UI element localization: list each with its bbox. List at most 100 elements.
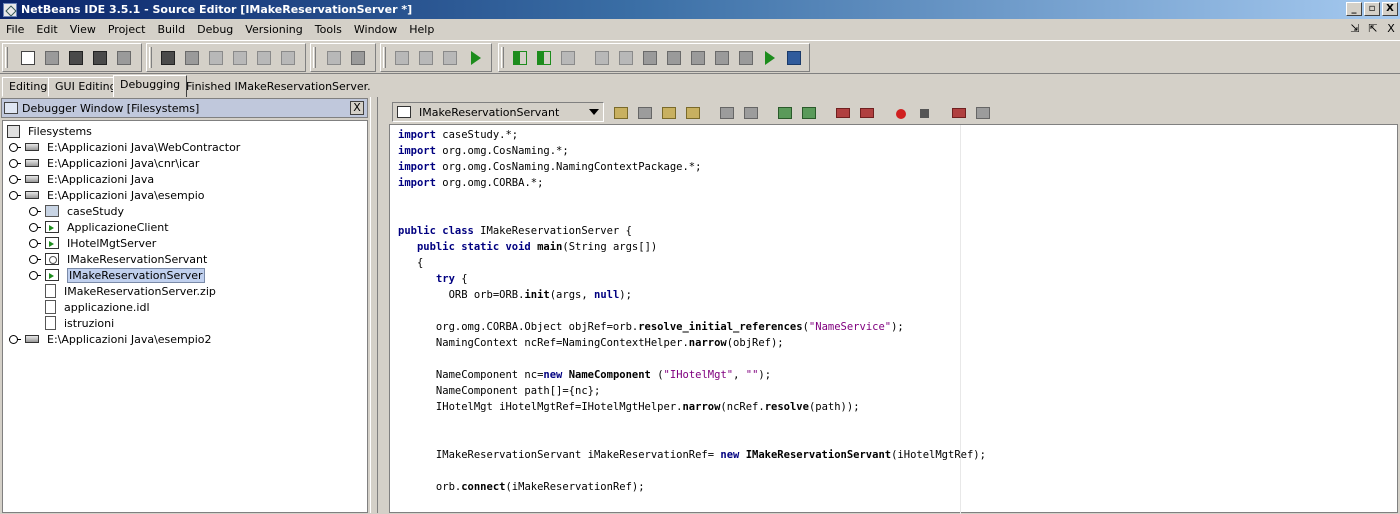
new-watch-icon[interactable] <box>739 51 753 65</box>
new-file-icon[interactable] <box>21 51 35 65</box>
dropdown-arrow-icon[interactable] <box>589 109 599 115</box>
shift-right-icon[interactable] <box>860 108 874 118</box>
execute-icon[interactable] <box>471 51 481 65</box>
debug-run-to-cursor-icon[interactable] <box>537 51 551 65</box>
toolbar-grip[interactable] <box>149 47 152 68</box>
goto-source-icon[interactable] <box>778 107 792 119</box>
comment-icon[interactable] <box>952 108 966 118</box>
open-file-selector[interactable]: IMakeReservationServant <box>392 102 604 122</box>
tree-node-file[interactable]: applicazione.idl <box>45 299 150 315</box>
code-editor[interactable]: import caseStudy.*; import org.omg.CosNam… <box>389 124 1398 514</box>
tab-editing[interactable]: Editing <box>2 77 55 97</box>
mdi-minimize-icon[interactable]: ⇲ <box>1348 22 1362 36</box>
menu-project[interactable]: Project <box>102 23 152 36</box>
close-window-button[interactable]: X <box>1382 2 1398 16</box>
tree-node-class[interactable]: IHotelMgtServer <box>29 235 156 251</box>
shift-left-icon[interactable] <box>836 108 850 118</box>
code-line[interactable]: public static void main(String args[]) <box>398 239 657 255</box>
tree-node-package[interactable]: caseStudy <box>29 203 124 219</box>
compile-icon[interactable] <box>395 51 409 65</box>
pane-splitter[interactable] <box>370 97 378 513</box>
tree-node-class[interactable]: ApplicazioneClient <box>29 219 169 235</box>
code-line[interactable]: import org.omg.CosNaming.NamingContextPa… <box>398 159 701 175</box>
expand-handle-icon[interactable] <box>29 222 41 232</box>
print-icon[interactable] <box>117 51 131 65</box>
code-line[interactable]: import caseStudy.*; <box>398 127 518 143</box>
copy-icon[interactable] <box>185 51 199 65</box>
tree-node-drive[interactable]: E:\Applicazioni Java\cnr\icar <box>9 155 199 171</box>
expand-handle-icon[interactable] <box>9 334 21 344</box>
mdi-close-icon[interactable]: X <box>1384 22 1398 36</box>
pause-icon[interactable] <box>595 51 609 65</box>
save-icon[interactable] <box>69 51 83 65</box>
toolbar-grip[interactable] <box>5 47 8 68</box>
find-previous-icon[interactable] <box>614 107 628 119</box>
expand-handle-icon[interactable] <box>29 206 41 216</box>
find-in-files-icon[interactable] <box>351 51 365 65</box>
menu-view[interactable]: View <box>64 23 102 36</box>
save-all-icon[interactable] <box>93 51 107 65</box>
build-icon[interactable] <box>419 51 433 65</box>
tree-node-drive-expanded[interactable]: E:\Applicazioni Java\esempio <box>9 187 205 203</box>
expand-handle-icon[interactable] <box>29 238 41 248</box>
menu-edit[interactable]: Edit <box>30 23 63 36</box>
code-line[interactable]: orb.connect(iMakeReservationRef); <box>398 479 645 495</box>
toolbar-grip[interactable] <box>383 47 386 68</box>
tree-node-filesystems[interactable]: Filesystems <box>7 123 92 139</box>
close-pane-button[interactable]: X <box>350 101 364 115</box>
code-line[interactable]: try { <box>398 271 468 287</box>
stop-macro-recording-icon[interactable] <box>920 109 929 118</box>
find-icon[interactable] <box>327 51 341 65</box>
expand-handle-icon[interactable] <box>29 254 41 264</box>
restore-button[interactable]: ▫ <box>1364 2 1380 16</box>
tab-debugging[interactable]: Debugging <box>113 75 188 97</box>
code-line[interactable]: ORB orb=ORB.init(args, null); <box>398 287 632 303</box>
toggle-highlight-icon[interactable] <box>686 107 700 119</box>
code-line[interactable]: IHotelMgt iHotelMgtRef=IHotelMgtHelper.n… <box>398 399 860 415</box>
toolbar-grip[interactable] <box>313 47 316 68</box>
code-line[interactable]: import org.omg.CosNaming.*; <box>398 143 569 159</box>
minimize-button[interactable]: _ <box>1346 2 1362 16</box>
code-line[interactable]: import org.omg.CORBA.*; <box>398 175 543 191</box>
goto-declaration-icon[interactable] <box>802 107 816 119</box>
code-line[interactable]: public class IMakeReservationServer { <box>398 223 632 239</box>
code-line[interactable]: NameComponent nc=new NameComponent ("IHo… <box>398 367 771 383</box>
tree-node-drive[interactable]: E:\Applicazioni Java\esempio2 <box>9 331 212 347</box>
mdi-restore-icon[interactable]: ⇱ <box>1366 22 1380 36</box>
menu-build[interactable]: Build <box>151 23 191 36</box>
collapse-handle-icon[interactable] <box>9 190 21 200</box>
menu-tools[interactable]: Tools <box>309 23 348 36</box>
run-to-cursor-icon[interactable] <box>715 51 729 65</box>
finish-session-icon[interactable] <box>561 51 575 65</box>
tree-node-drive[interactable]: E:\Applicazioni Java\WebContractor <box>9 139 240 155</box>
uncomment-icon[interactable] <box>976 107 990 119</box>
expand-handle-icon[interactable] <box>29 270 41 280</box>
menu-window[interactable]: Window <box>348 23 403 36</box>
redo-icon[interactable] <box>281 51 295 65</box>
fix-and-continue-icon[interactable] <box>787 51 801 65</box>
code-line[interactable]: { <box>398 255 423 271</box>
open-file-icon[interactable] <box>45 51 59 65</box>
menu-debug[interactable]: Debug <box>191 23 239 36</box>
step-out-icon[interactable] <box>691 51 705 65</box>
find-next-icon[interactable] <box>662 107 676 119</box>
cut-icon[interactable] <box>161 51 175 65</box>
code-line[interactable]: org.omg.CORBA.Object objRef=orb.resolve_… <box>398 319 904 335</box>
tree-node-file[interactable]: istruzioni <box>45 315 114 331</box>
code-line[interactable]: NameComponent path[]={nc}; <box>398 383 600 399</box>
expand-handle-icon[interactable] <box>9 158 21 168</box>
tree-node-file[interactable]: IMakeReservationServer.zip <box>45 283 216 299</box>
clean-icon[interactable] <box>443 51 457 65</box>
tree-node-drive[interactable]: E:\Applicazioni Java <box>9 171 154 187</box>
toolbar-grip[interactable] <box>501 47 504 68</box>
code-line[interactable]: IMakeReservationServant iMakeReservation… <box>398 447 986 463</box>
menu-versioning[interactable]: Versioning <box>239 23 308 36</box>
new-breakpoint-icon[interactable] <box>765 51 775 65</box>
start-macro-recording-icon[interactable] <box>896 109 906 119</box>
step-into-icon[interactable] <box>667 51 681 65</box>
delete-icon[interactable] <box>233 51 247 65</box>
tree-node-class-selected[interactable]: IMakeReservationServer <box>29 267 205 283</box>
step-over-icon[interactable] <box>643 51 657 65</box>
code-line[interactable]: NamingContext ncRef=NamingContextHelper.… <box>398 335 784 351</box>
tree-node-class[interactable]: IMakeReservationServant <box>29 251 207 267</box>
